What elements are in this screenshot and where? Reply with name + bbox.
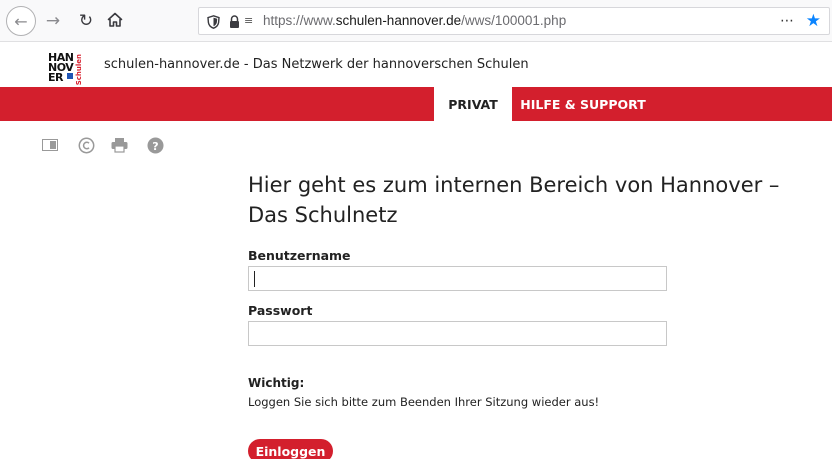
star-icon[interactable]: ★ — [806, 11, 821, 31]
username-field[interactable] — [248, 266, 667, 291]
browser-toolbar: ← → ↻ ≡ https://www.schulen-hannover.de/… — [0, 0, 832, 42]
print-icon[interactable] — [109, 135, 129, 155]
tab-privat[interactable]: PRIVAT — [434, 87, 512, 121]
page-title: Hier geht es zum internen Bereich von Ha… — [248, 170, 828, 230]
text-caret — [254, 271, 255, 287]
lock-icon[interactable] — [229, 14, 240, 33]
copyright-icon[interactable] — [76, 135, 96, 155]
more-icon[interactable]: ⋯ — [780, 13, 795, 29]
logo-line: ER — [48, 71, 63, 84]
note-text: Loggen Sie sich bitte zum Beenden Ihrer … — [248, 395, 600, 409]
login-section: Hier geht es zum internen Bereich von Ha… — [248, 170, 828, 459]
site-logo[interactable]: HAN NOV ER Schulen — [48, 48, 90, 86]
reload-icon[interactable]: ↻ — [75, 9, 97, 33]
password-field[interactable] — [248, 321, 667, 346]
url-text: https://www.schulen-hannover.de/wws/1000… — [263, 13, 567, 28]
logo-square — [67, 73, 73, 79]
help-icon[interactable]: ? — [145, 135, 165, 155]
permissions-icon[interactable]: ≡ — [244, 14, 253, 27]
site-header: HAN NOV ER Schulen schulen-hannover.de -… — [0, 43, 832, 87]
site-tagline: schulen-hannover.de - Das Netzwerk der h… — [104, 57, 529, 72]
svg-text:?: ? — [152, 139, 158, 152]
username-label: Benutzername — [248, 248, 351, 263]
back-arrow-icon[interactable]: ← — [6, 6, 36, 36]
window-icon[interactable] — [40, 135, 60, 155]
home-icon[interactable] — [103, 8, 127, 32]
login-button[interactable]: Einloggen — [248, 439, 333, 459]
main-nav: PRIVAT HILFE & SUPPORT — [0, 87, 832, 121]
page-title-line2: Das Schulnetz — [248, 203, 398, 227]
note-title: Wichtig: — [248, 376, 305, 390]
logo-sub: Schulen — [75, 54, 83, 86]
forward-arrow-icon[interactable]: → — [42, 9, 64, 33]
page-title-line1: Hier geht es zum internen Bereich von Ha… — [248, 173, 780, 197]
tab-hilfe-support[interactable]: HILFE & SUPPORT — [512, 87, 654, 121]
password-label: Passwort — [248, 303, 313, 318]
url-bar[interactable]: ≡ https://www.schulen-hannover.de/wws/10… — [198, 7, 830, 35]
shield-icon[interactable] — [207, 14, 220, 33]
